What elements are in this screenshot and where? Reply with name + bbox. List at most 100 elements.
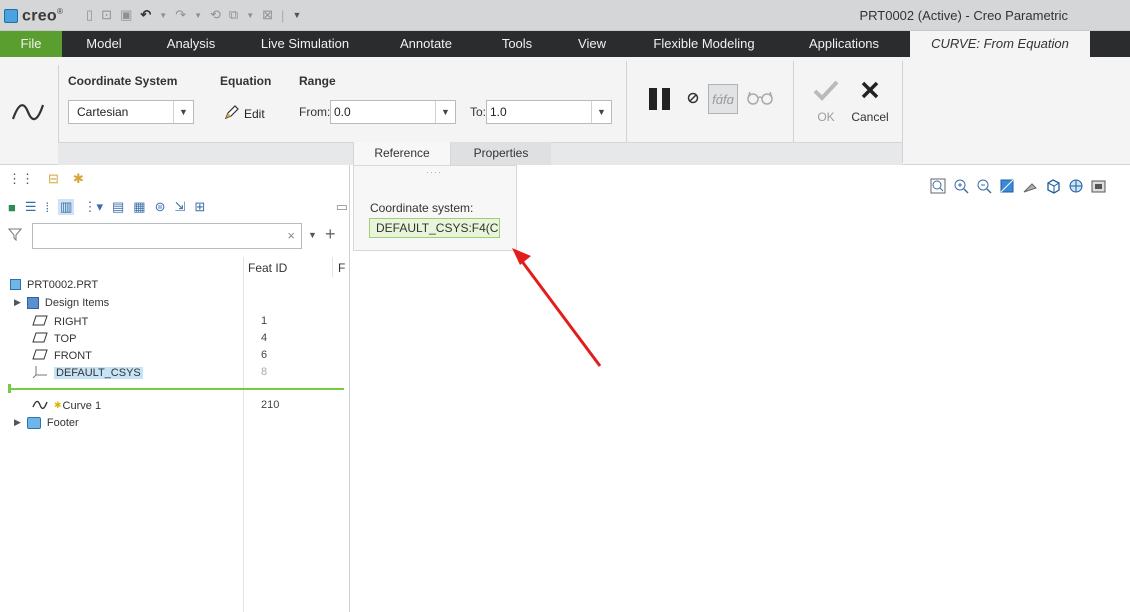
- refit-icon[interactable]: [929, 177, 947, 195]
- column-divider: [332, 257, 333, 277]
- new-file-icon[interactable]: ▯: [86, 7, 93, 23]
- part-icon: [10, 279, 21, 290]
- glasses-icon[interactable]: [746, 89, 774, 108]
- zoom-out-icon[interactable]: [975, 177, 993, 195]
- tree-item-default-csys[interactable]: DEFAULT_CSYS: [32, 364, 143, 381]
- tab-view[interactable]: View: [556, 31, 628, 57]
- menu-bar: File Model Analysis Live Simulation Anno…: [0, 31, 1130, 57]
- clear-search-icon[interactable]: ×: [287, 228, 295, 243]
- customize-toolbar-icon[interactable]: ▼: [292, 10, 301, 20]
- feat-id: 8: [261, 366, 268, 378]
- reference-panel: ···· Coordinate system: DEFAULT_CSYS:F4(…: [353, 165, 517, 251]
- repaint-icon[interactable]: [998, 177, 1016, 195]
- coordinate-system-collector[interactable]: DEFAULT_CSYS:F4(CSYS: [369, 218, 500, 238]
- ok-button[interactable]: OK: [810, 79, 842, 124]
- pencil-icon: [224, 104, 240, 123]
- tab-tools[interactable]: Tools: [478, 31, 556, 57]
- tree-item-label: Footer: [46, 416, 79, 429]
- show-icon[interactable]: ⊜: [155, 199, 166, 215]
- redo-dropdown-icon[interactable]: ▼: [194, 11, 202, 20]
- tree-collapse-icon[interactable]: ⁞: [46, 200, 50, 215]
- equation-label: Equation: [220, 74, 272, 88]
- insert-indicator-line[interactable]: [10, 388, 344, 390]
- undo-icon[interactable]: ↶: [140, 7, 151, 23]
- cancel-button[interactable]: Cancel: [850, 79, 890, 124]
- extra-column-header[interactable]: F: [338, 261, 345, 275]
- part-cube-icon[interactable]: ■: [8, 200, 16, 215]
- range-from-value: 0.0: [334, 105, 351, 119]
- cancel-label: Cancel: [851, 110, 889, 124]
- stop-icon[interactable]: [687, 92, 699, 107]
- preview-icon[interactable]: fɑ́fɑ: [708, 84, 738, 114]
- tree-notes-icon[interactable]: ▭: [336, 199, 348, 215]
- close-window-icon[interactable]: ⊠: [262, 7, 273, 23]
- tree-root-label: PRT0002.PRT: [27, 278, 99, 291]
- tab-flexible-modeling[interactable]: Flexible Modeling: [628, 31, 780, 57]
- folder-browser-tab-icon[interactable]: ⊟: [48, 171, 59, 187]
- tree-columns-icon[interactable]: ▥: [58, 199, 75, 215]
- tree-item-design-items[interactable]: ▶ Design Items: [14, 294, 109, 311]
- tree-filter-icon[interactable]: ⋮▾: [83, 199, 103, 215]
- perspective-icon[interactable]: [1021, 177, 1039, 195]
- insert-indicator-marker[interactable]: [8, 384, 11, 393]
- view-manager-icon[interactable]: [1090, 177, 1108, 195]
- tree-item-top[interactable]: TOP: [32, 330, 76, 347]
- chevron-down-icon[interactable]: ▼: [591, 101, 611, 123]
- windows-icon[interactable]: ⧉: [229, 7, 238, 23]
- tab-applications[interactable]: Applications: [780, 31, 908, 57]
- filter-icon[interactable]: [7, 227, 23, 244]
- edit-equation-button[interactable]: Edit: [224, 104, 265, 123]
- range-to-input[interactable]: 1.0 ▼: [486, 100, 612, 124]
- tree-item-curve-1[interactable]: ✱ Curve 1: [32, 397, 101, 414]
- datum-plane-icon: [32, 315, 48, 329]
- tab-properties[interactable]: Properties: [451, 142, 551, 165]
- regenerate-icon[interactable]: ⟲: [210, 7, 221, 23]
- search-dropdown-icon[interactable]: ▼: [308, 230, 317, 240]
- new-feature-icon: ✱: [54, 400, 62, 410]
- expand-arrow-icon[interactable]: ▶: [14, 297, 21, 308]
- hierarchy-icon[interactable]: ⇲: [174, 199, 185, 215]
- zoom-in-icon[interactable]: [952, 177, 970, 195]
- expand-arrow-icon[interactable]: ▶: [14, 417, 21, 428]
- tab-file[interactable]: File: [0, 31, 62, 57]
- tree-root[interactable]: PRT0002.PRT: [10, 276, 98, 293]
- tree-settings-icon[interactable]: ▤: [112, 199, 124, 215]
- redo-icon[interactable]: ↷: [175, 7, 186, 23]
- coordinate-system-label: Coordinate System: [68, 74, 178, 88]
- saved-orientations-icon[interactable]: [1067, 177, 1085, 195]
- tree-item-footer[interactable]: ▶ Footer: [14, 414, 79, 431]
- tab-analysis[interactable]: Analysis: [146, 31, 236, 57]
- tab-model[interactable]: Model: [62, 31, 146, 57]
- chevron-down-icon[interactable]: ▼: [435, 101, 455, 123]
- design-items-icon: [26, 296, 39, 309]
- tab-curve-from-equation[interactable]: CURVE: From Equation: [910, 31, 1090, 57]
- feat-id: 210: [261, 399, 280, 411]
- feat-id-header[interactable]: Feat ID: [248, 261, 287, 275]
- windows-dropdown-icon[interactable]: ▼: [246, 11, 254, 20]
- tree-item-right[interactable]: RIGHT: [32, 313, 88, 330]
- check-icon: [813, 80, 839, 101]
- tab-annotate[interactable]: Annotate: [374, 31, 478, 57]
- range-from-input[interactable]: 0.0 ▼: [330, 100, 456, 124]
- drag-handle-icon[interactable]: ····: [426, 167, 442, 177]
- title-bar: creo® ▯ ⊡ ▣ ↶ ▼ ↷ ▼ ⟲ ⧉ ▼ ⊠ | ▼ PRT0002 …: [0, 0, 1130, 31]
- coordinate-system-select[interactable]: Cartesian ▼: [68, 100, 194, 124]
- pause-icon[interactable]: [649, 88, 671, 110]
- tree-search-input[interactable]: ×: [32, 223, 302, 249]
- model-tree-tab-icon[interactable]: ⋮⋮: [8, 171, 34, 187]
- to-label: To:: [470, 105, 487, 119]
- save-icon[interactable]: ▣: [120, 7, 132, 23]
- open-folder-icon[interactable]: ⊡: [101, 7, 112, 23]
- layers-icon[interactable]: ▦: [133, 199, 145, 215]
- tree-expand-icon[interactable]: ☰: [25, 199, 37, 215]
- tab-reference[interactable]: Reference: [353, 142, 451, 165]
- cancel-icon: [861, 81, 879, 99]
- favorites-tab-icon[interactable]: ✱: [73, 171, 84, 187]
- display-style-icon[interactable]: [1044, 177, 1062, 195]
- tab-live-simulation[interactable]: Live Simulation: [236, 31, 374, 57]
- add-icon[interactable]: +: [325, 224, 336, 245]
- model-tree-panel: ⋮⋮ ⊟ ✱ ■ ☰ ⁞ ▥ ⋮▾ ▤ ▦ ⊜ ⇲ ⊞ ▭ × ▼ + Feat…: [0, 165, 350, 612]
- detailed-tree-icon[interactable]: ⊞: [194, 199, 205, 215]
- tree-item-front[interactable]: FRONT: [32, 347, 92, 364]
- undo-dropdown-icon[interactable]: ▼: [159, 11, 167, 20]
